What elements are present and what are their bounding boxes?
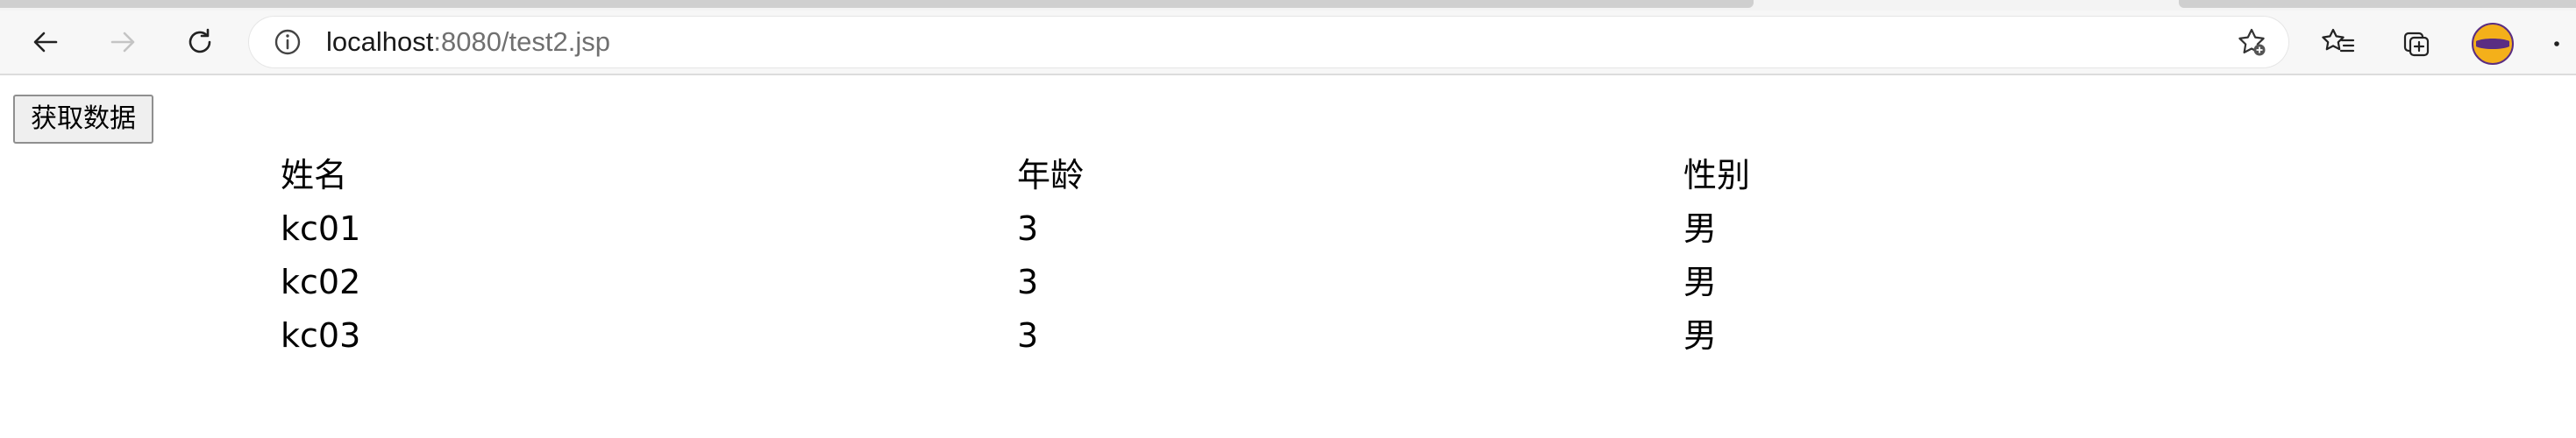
avatar-logo	[2472, 23, 2514, 65]
address-bar[interactable]: localhost:8080/test2.jsp	[249, 17, 2288, 67]
cell-name: kc02	[281, 263, 361, 301]
more-icon[interactable]	[2550, 26, 2576, 61]
header-gender: 性别	[1683, 156, 1751, 194]
url-text[interactable]: localhost:8080/test2.jsp	[326, 17, 610, 67]
refresh-button[interactable]	[175, 19, 224, 65]
browser-toolbar: localhost:8080/test2.jsp	[0, 11, 2576, 75]
header-age: 年龄	[1017, 156, 1085, 194]
favorites-icon	[2322, 28, 2355, 53]
forward-icon	[110, 32, 135, 53]
forward-button[interactable]	[98, 19, 147, 65]
cell-gender: 男	[1683, 209, 1718, 248]
info-icon[interactable]	[270, 25, 305, 60]
tab-strip	[0, 0, 2576, 11]
cell-name: kc01	[281, 209, 361, 248]
cell-gender: 男	[1683, 316, 1718, 355]
favorites-button[interactable]	[2314, 19, 2363, 65]
fetch-data-button[interactable]: 获取数据	[13, 95, 153, 144]
cell-age: 3	[1017, 316, 1039, 355]
cell-age: 3	[1017, 209, 1039, 248]
profile-avatar[interactable]	[2471, 22, 2515, 66]
add-favorite-icon[interactable]	[2234, 25, 2269, 60]
cell-age: 3	[1017, 263, 1039, 301]
collections-icon	[2403, 32, 2430, 57]
refresh-icon	[189, 28, 211, 53]
url-path: :8080/test2.jsp	[433, 26, 610, 57]
back-icon	[33, 32, 58, 53]
browser-tab[interactable]	[2179, 0, 2576, 8]
cell-name: kc03	[281, 316, 361, 355]
cell-gender: 男	[1683, 263, 1718, 301]
browser-tab[interactable]	[0, 0, 1754, 8]
back-button[interactable]	[21, 19, 70, 65]
collections-button[interactable]	[2392, 19, 2441, 65]
header-name: 姓名	[281, 156, 348, 194]
url-host: localhost	[326, 26, 434, 57]
